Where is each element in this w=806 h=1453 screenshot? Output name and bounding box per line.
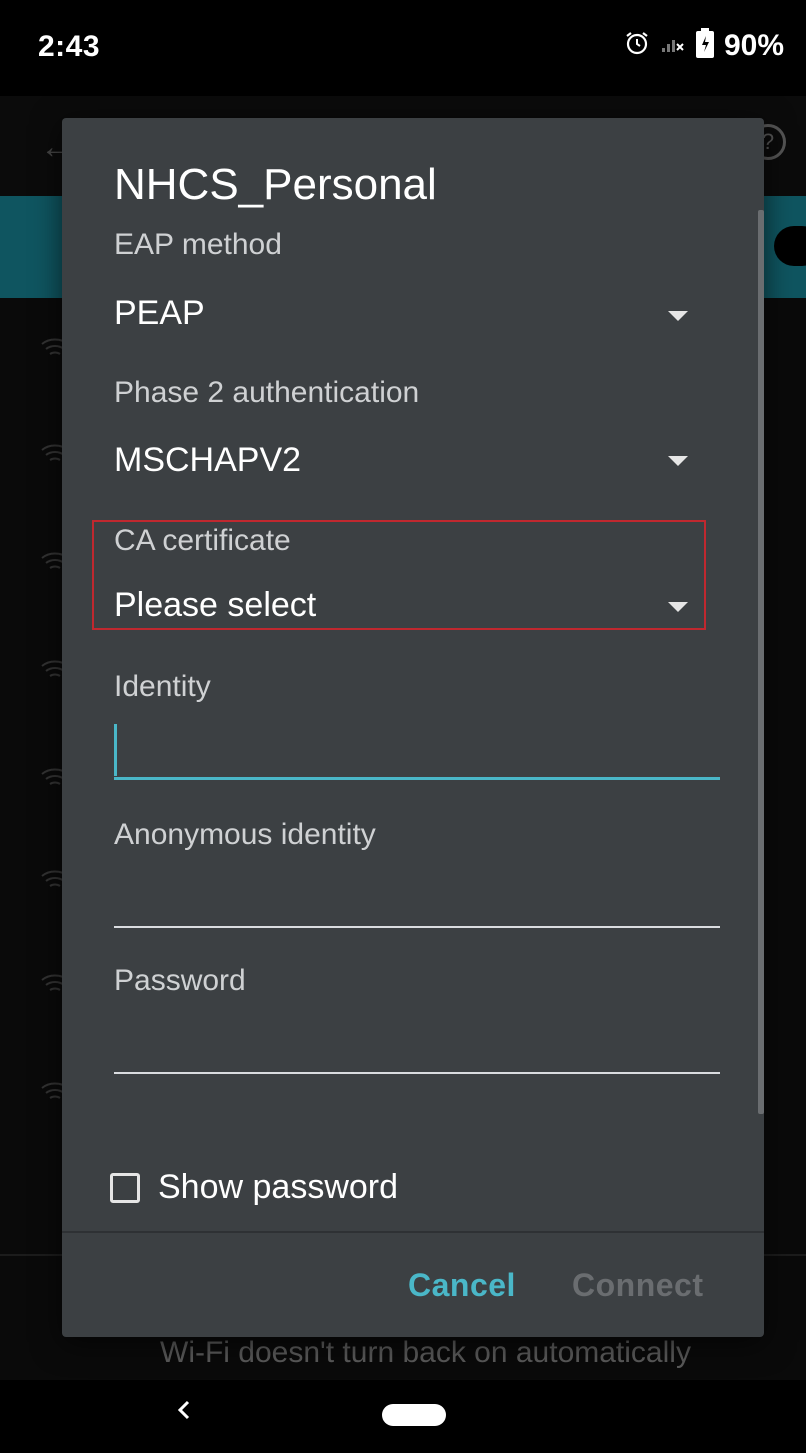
cancel-button[interactable]: Cancel	[408, 1267, 516, 1304]
show-password-row[interactable]: Show password	[110, 1168, 398, 1207]
connect-button[interactable]: Connect	[572, 1267, 704, 1304]
status-icons: 90%	[624, 28, 784, 63]
identity-label: Identity	[114, 670, 211, 703]
dialog-scrollbar[interactable]	[758, 210, 764, 1114]
battery-icon	[695, 28, 714, 63]
show-password-label: Show password	[158, 1168, 399, 1206]
chevron-down-icon	[668, 456, 688, 466]
input-underline	[114, 926, 720, 928]
background-footer-text: Wi-Fi doesn't turn back on automatically	[160, 1336, 691, 1369]
eap-method-value: PEAP	[114, 294, 205, 332]
password-input[interactable]	[114, 1014, 720, 1074]
password-label: Password	[114, 964, 246, 997]
eap-method-label: EAP method	[114, 228, 282, 261]
text-cursor	[114, 724, 117, 776]
nav-home-pill[interactable]	[382, 1404, 446, 1426]
anonymous-identity-label: Anonymous identity	[114, 818, 376, 851]
wifi-network-dialog: NHCS_Personal EAP method PEAP Phase 2 au…	[62, 118, 764, 1337]
alarm-icon	[624, 30, 650, 61]
phase2-auth-label: Phase 2 authentication	[114, 376, 420, 409]
status-time: 2:43	[38, 30, 101, 63]
chevron-down-icon	[668, 602, 688, 612]
identity-input[interactable]	[114, 720, 720, 780]
show-password-checkbox[interactable]	[110, 1172, 140, 1203]
dialog-title: NHCS_Personal	[114, 160, 437, 209]
input-underline	[114, 1072, 720, 1074]
chevron-down-icon	[668, 311, 688, 321]
wifi-toggle-switch	[774, 226, 806, 266]
ca-certificate-value: Please select	[114, 586, 317, 624]
status-bar: 2:43 90%	[0, 0, 806, 96]
input-underline	[114, 777, 720, 780]
battery-percent: 90%	[723, 28, 784, 62]
no-signal-icon	[660, 30, 686, 61]
ca-certificate-label: CA certificate	[114, 524, 291, 557]
nav-back-icon[interactable]	[170, 1390, 198, 1430]
dialog-divider	[62, 1231, 764, 1233]
navigation-bar	[0, 1380, 806, 1453]
anonymous-identity-input[interactable]	[114, 868, 720, 928]
phase2-auth-value: MSCHAPV2	[114, 441, 302, 479]
